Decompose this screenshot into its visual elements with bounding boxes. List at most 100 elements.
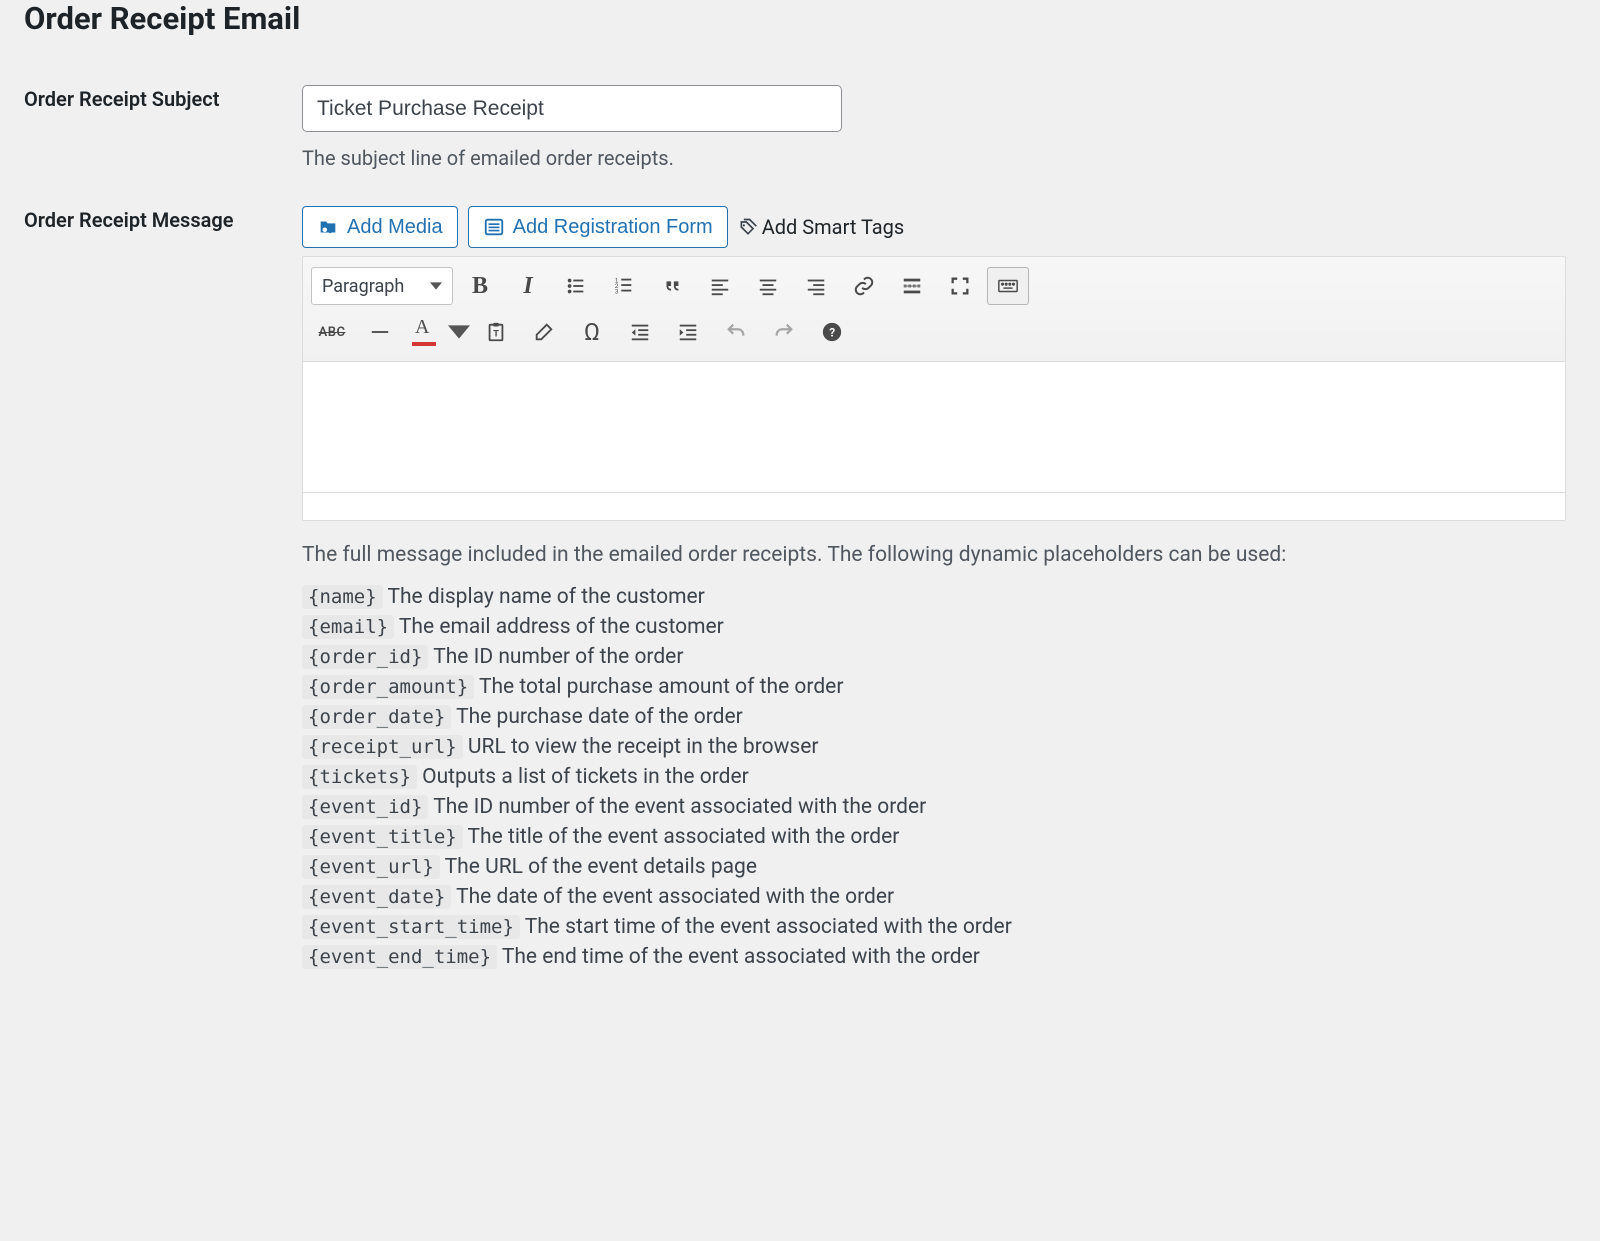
placeholder-desc: The total purchase amount of the order	[474, 675, 843, 699]
placeholder-tag: {order_date}	[302, 705, 451, 729]
placeholder-row: {name} The display name of the customer	[302, 585, 1566, 609]
form-list-icon	[483, 216, 505, 238]
section-title: Order Receipt Email	[24, 0, 1576, 37]
placeholder-tag: {event_date}	[302, 885, 451, 909]
read-more-icon	[901, 275, 923, 297]
align-left-icon	[709, 275, 731, 297]
subject-label: Order Receipt Subject	[24, 67, 292, 188]
bullet-list-icon	[565, 275, 587, 297]
italic-icon: I	[523, 273, 532, 300]
placeholder-desc: URL to view the receipt in the browser	[463, 735, 819, 759]
link-icon	[853, 275, 875, 297]
add-media-label: Add Media	[347, 213, 443, 241]
fullscreen-icon	[949, 275, 971, 297]
bullet-list-button[interactable]	[555, 267, 597, 305]
placeholder-tag: {tickets}	[302, 765, 417, 789]
message-label: Order Receipt Message	[24, 188, 292, 987]
placeholder-row: {order_amount} The total purchase amount…	[302, 675, 1566, 699]
placeholder-row: {event_id} The ID number of the event as…	[302, 795, 1566, 819]
placeholder-tag: {order_amount}	[302, 675, 474, 699]
placeholder-tag: {receipt_url}	[302, 735, 463, 759]
placeholder-desc: The ID number of the order	[428, 645, 683, 669]
format-select[interactable]: Paragraph	[311, 267, 453, 305]
placeholder-desc: Outputs a list of tickets in the order	[417, 765, 749, 789]
redo-icon	[773, 321, 795, 343]
text-color-button[interactable]: A	[407, 313, 443, 351]
paste-text-button[interactable]: T	[475, 313, 517, 351]
numbered-list-button[interactable]: 123	[603, 267, 645, 305]
bold-button[interactable]: B	[459, 267, 501, 305]
message-help-intro: The full message included in the emailed…	[302, 543, 1566, 567]
subject-input[interactable]	[302, 85, 842, 132]
align-left-button[interactable]	[699, 267, 741, 305]
placeholder-tag: {event_title}	[302, 825, 463, 849]
editor-content-area[interactable]	[303, 362, 1565, 492]
align-center-button[interactable]	[747, 267, 789, 305]
placeholder-tag: {order_id}	[302, 645, 428, 669]
fullscreen-button[interactable]	[939, 267, 981, 305]
quote-icon	[661, 275, 683, 297]
clear-formatting-button[interactable]	[523, 313, 565, 351]
placeholder-row: {receipt_url} URL to view the receipt in…	[302, 735, 1566, 759]
horizontal-rule-button[interactable]	[359, 313, 401, 351]
placeholder-tag: {event_end_time}	[302, 945, 497, 969]
placeholder-row: {event_start_time} The start time of the…	[302, 915, 1566, 939]
italic-button[interactable]: I	[507, 267, 549, 305]
indent-icon	[677, 321, 699, 343]
placeholder-desc: The display name of the customer	[383, 585, 705, 609]
svg-text:?: ?	[829, 326, 835, 340]
clipboard-t-icon: T	[485, 321, 507, 343]
svg-text:T: T	[493, 330, 499, 340]
placeholder-desc: The start time of the event associated w…	[520, 915, 1012, 939]
camera-music-icon	[317, 216, 339, 238]
text-color-icon: A	[410, 317, 440, 347]
redo-button[interactable]	[763, 313, 805, 351]
toolbar-toggle-button[interactable]	[987, 267, 1029, 305]
subject-help: The subject line of emailed order receip…	[302, 146, 1566, 170]
placeholder-desc: The email address of the customer	[394, 615, 724, 639]
format-select-label: Paragraph	[322, 276, 404, 297]
undo-icon	[725, 321, 747, 343]
insert-link-button[interactable]	[843, 267, 885, 305]
text-color-menu[interactable]	[449, 313, 469, 351]
strikethrough-icon: ABC	[319, 325, 346, 340]
placeholder-desc: The date of the event associated with th…	[451, 885, 894, 909]
outdent-icon	[629, 321, 651, 343]
indent-button[interactable]	[667, 313, 709, 351]
add-media-button[interactable]: Add Media	[302, 206, 458, 248]
add-registration-form-label: Add Registration Form	[513, 213, 713, 241]
numbered-list-icon: 123	[613, 275, 635, 297]
placeholder-tag: {event_id}	[302, 795, 428, 819]
caret-down-icon	[430, 282, 442, 290]
hr-icon	[369, 321, 391, 343]
placeholder-row: {event_end_time} The end time of the eve…	[302, 945, 1566, 969]
placeholder-row: {event_title} The title of the event ass…	[302, 825, 1566, 849]
placeholder-tag: {name}	[302, 585, 383, 609]
add-smart-tags-label: Add Smart Tags	[762, 215, 905, 239]
special-character-button[interactable]: Ω	[571, 313, 613, 351]
placeholder-tag: {email}	[302, 615, 394, 639]
help-button[interactable]: ?	[811, 313, 853, 351]
add-smart-tags-button[interactable]: Add Smart Tags	[738, 215, 905, 239]
editor-statusbar	[303, 492, 1565, 520]
tags-icon	[738, 217, 758, 237]
strikethrough-button[interactable]: ABC	[311, 313, 353, 351]
undo-button[interactable]	[715, 313, 757, 351]
placeholder-tag: {event_start_time}	[302, 915, 520, 939]
rich-text-editor: Paragraph B I	[302, 256, 1566, 521]
insert-more-button[interactable]	[891, 267, 933, 305]
outdent-button[interactable]	[619, 313, 661, 351]
align-center-icon	[757, 275, 779, 297]
placeholder-tag: {event_url}	[302, 855, 440, 879]
svg-text:3: 3	[615, 289, 619, 296]
help-icon: ?	[821, 321, 843, 343]
align-right-button[interactable]	[795, 267, 837, 305]
eraser-icon	[533, 321, 555, 343]
keyboard-icon	[997, 275, 1019, 297]
caret-down-icon	[448, 321, 470, 343]
placeholder-row: {order_date} The purchase date of the or…	[302, 705, 1566, 729]
placeholder-row: {email} The email address of the custome…	[302, 615, 1566, 639]
add-registration-form-button[interactable]: Add Registration Form	[468, 206, 728, 248]
bold-icon: B	[472, 273, 488, 300]
blockquote-button[interactable]	[651, 267, 693, 305]
